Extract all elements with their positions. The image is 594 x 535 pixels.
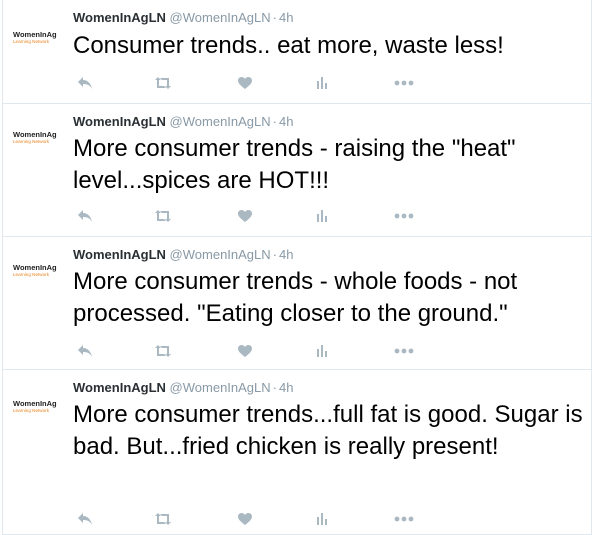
tweet-text: More consumer trends...full fat is good.… [73, 401, 583, 460]
more-icon[interactable] [394, 341, 414, 361]
tweet-text: More consumer trends - raising the "heat… [73, 135, 516, 194]
analytics-icon[interactable] [312, 509, 332, 529]
author-name[interactable]: WomenInAgLN [73, 380, 166, 395]
tweet-header: WomenInAgLN @WomenInAgLN · 4h [73, 10, 293, 25]
more-icon[interactable] [394, 206, 414, 226]
tweet-header: WomenInAgLN @WomenInAgLN · 4h [73, 380, 293, 395]
author-name[interactable]: WomenInAgLN [73, 247, 166, 262]
analytics-icon[interactable] [312, 73, 332, 93]
author-handle[interactable]: @WomenInAgLN [170, 380, 271, 395]
tweet-text: More consumer trends - whole foods - not… [73, 268, 518, 327]
tweet[interactable]: WomenInAg Learning Network WomenInAgLN @… [2, 370, 592, 535]
separator: · [272, 247, 278, 262]
reply-icon[interactable] [75, 206, 95, 226]
avatar[interactable]: WomenInAg Learning Network [13, 131, 65, 145]
avatar-brand: WomenInAg [13, 130, 57, 139]
tweet-actions [73, 509, 433, 529]
avatar[interactable]: WomenInAg Learning Network [13, 31, 65, 45]
tweet-actions [73, 341, 433, 361]
more-icon[interactable] [394, 509, 414, 529]
tweet-header: WomenInAgLN @WomenInAgLN · 4h [73, 247, 293, 262]
avatar-subtitle: Learning Network [13, 408, 50, 413]
timestamp[interactable]: 4h [279, 114, 293, 129]
avatar-subtitle: Learning Network [13, 272, 50, 277]
retweet-icon[interactable] [153, 509, 173, 529]
reply-icon[interactable] [75, 509, 95, 529]
timestamp[interactable]: 4h [279, 10, 293, 25]
avatar-subtitle: Learning Network [13, 39, 50, 44]
reply-icon[interactable] [75, 73, 95, 93]
separator: · [272, 10, 278, 25]
author-name[interactable]: WomenInAgLN [73, 10, 166, 25]
tweet-text: Consumer trends.. eat more, waste less! [73, 32, 504, 59]
retweet-icon[interactable] [153, 341, 173, 361]
like-icon[interactable] [235, 509, 255, 529]
tweet-actions [73, 73, 433, 93]
separator: · [272, 114, 278, 129]
tweet-header: WomenInAgLN @WomenInAgLN · 4h [73, 114, 293, 129]
tweet-actions [73, 206, 433, 226]
tweet[interactable]: WomenInAg Learning Network WomenInAgLN @… [2, 104, 592, 237]
analytics-icon[interactable] [312, 341, 332, 361]
avatar-subtitle: Learning Network [13, 139, 50, 144]
timestamp[interactable]: 4h [279, 380, 293, 395]
author-handle[interactable]: @WomenInAgLN [170, 10, 271, 25]
retweet-icon[interactable] [153, 73, 173, 93]
retweet-icon[interactable] [153, 206, 173, 226]
author-handle[interactable]: @WomenInAgLN [170, 114, 271, 129]
avatar-brand: WomenInAg [13, 30, 57, 39]
avatar[interactable]: WomenInAg Learning Network [13, 400, 65, 414]
like-icon[interactable] [235, 341, 255, 361]
timestamp[interactable]: 4h [279, 247, 293, 262]
like-icon[interactable] [235, 73, 255, 93]
avatar-brand: WomenInAg [13, 263, 57, 272]
tweet[interactable]: WomenInAg Learning Network WomenInAgLN @… [2, 237, 592, 370]
separator: · [272, 380, 278, 395]
avatar[interactable]: WomenInAg Learning Network [13, 264, 65, 278]
analytics-icon[interactable] [312, 206, 332, 226]
reply-icon[interactable] [75, 341, 95, 361]
like-icon[interactable] [235, 206, 255, 226]
tweet[interactable]: WomenInAg Learning Network WomenInAgLN @… [2, 0, 592, 104]
author-handle[interactable]: @WomenInAgLN [170, 247, 271, 262]
more-icon[interactable] [394, 73, 414, 93]
avatar-brand: WomenInAg [13, 399, 57, 408]
author-name[interactable]: WomenInAgLN [73, 114, 166, 129]
